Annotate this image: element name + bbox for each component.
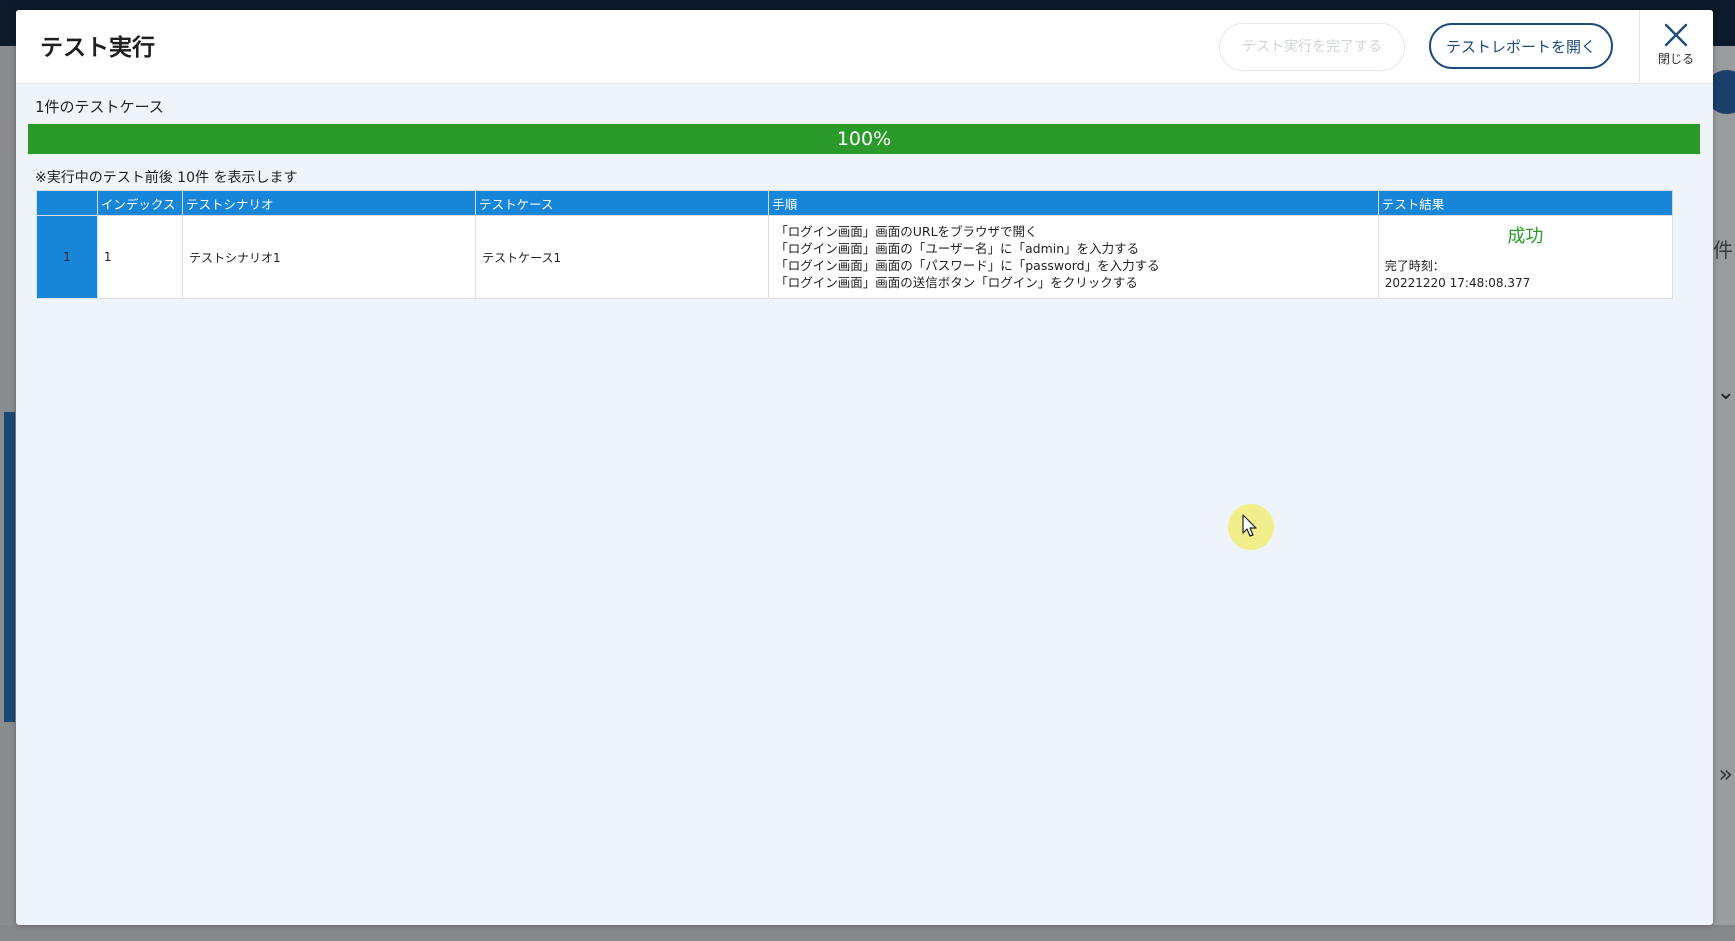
completed-time: 20221220 17:48:08.377: [1384, 276, 1531, 290]
row-index: 1: [96, 215, 184, 299]
display-note: ※実行中のテスト前後 10件 を表示します: [35, 170, 298, 186]
row-test-case: テストケース1: [475, 215, 770, 299]
step-item: 「ログイン画面」画面のURLをブラウザで開く: [775, 224, 1038, 239]
step-item: 「ログイン画面」画面の送信ボタン「ログイン」をクリックする: [775, 275, 1138, 290]
modal-header: テスト実行 テスト実行を完了する テストレポートを開く 閉じる: [16, 10, 1713, 84]
progress-bar: 100%: [28, 124, 1700, 154]
row-result: 成功 完了時刻： 20221220 17:48:08.377: [1377, 215, 1674, 299]
column-header-scenario: テストシナリオ: [181, 190, 477, 216]
open-report-button[interactable]: テストレポートを開く: [1429, 23, 1613, 69]
progress-label: 100%: [836, 128, 892, 150]
column-header-steps: 手順: [768, 190, 1379, 216]
cursor-icon: [1242, 514, 1257, 537]
background-bottom-edge: [0, 925, 1735, 941]
test-execution-modal: テスト実行 テスト実行を完了する テストレポートを開く 閉じる 1件のテストケー…: [16, 10, 1713, 925]
column-header-test-case: テストケース: [475, 190, 770, 216]
header-divider: [1639, 10, 1640, 83]
chevron-down-icon: ⌄: [1716, 380, 1735, 405]
close-icon: [1664, 23, 1688, 47]
background-count-text: 件: [1713, 238, 1733, 262]
completed-time-label: 完了時刻：: [1384, 259, 1445, 273]
close-label: 閉じる: [1657, 52, 1694, 66]
complete-test-button[interactable]: テスト実行を完了する: [1219, 23, 1405, 71]
test-case-count: 1件のテストケース: [35, 98, 164, 116]
background-left-panel: [4, 412, 15, 722]
close-button[interactable]: 閉じる: [1646, 22, 1706, 78]
double-chevron-right-icon: »: [1718, 760, 1733, 788]
step-item: 「ログイン画面」画面の「パスワード」に「password」を入力する: [775, 258, 1160, 273]
row-number: 1: [36, 215, 98, 299]
modal-title: テスト実行: [40, 35, 155, 61]
step-item: 「ログイン画面」画面の「ユーザー名」に「admin」を入力する: [775, 241, 1140, 256]
table-row[interactable]: 1 1 テストシナリオ1 テストケース1 「ログイン画面」画面のURLをブラウザ…: [36, 215, 1674, 299]
result-status: 成功: [1507, 226, 1544, 247]
column-header-result: テスト結果: [1377, 190, 1674, 216]
row-scenario: テストシナリオ1: [181, 215, 477, 299]
test-results-table: インデックス テストシナリオ テストケース 手順 テスト結果 1 1 テストシナ…: [36, 190, 1674, 299]
column-header-number: [36, 190, 98, 216]
table-header-row: インデックス テストシナリオ テストケース 手順 テスト結果: [36, 190, 1674, 216]
background-right-edge: [1713, 46, 1735, 941]
column-header-index: インデックス: [96, 190, 184, 216]
row-steps: 「ログイン画面」画面のURLをブラウザで開く 「ログイン画面」画面の「ユーザー名…: [768, 215, 1379, 299]
